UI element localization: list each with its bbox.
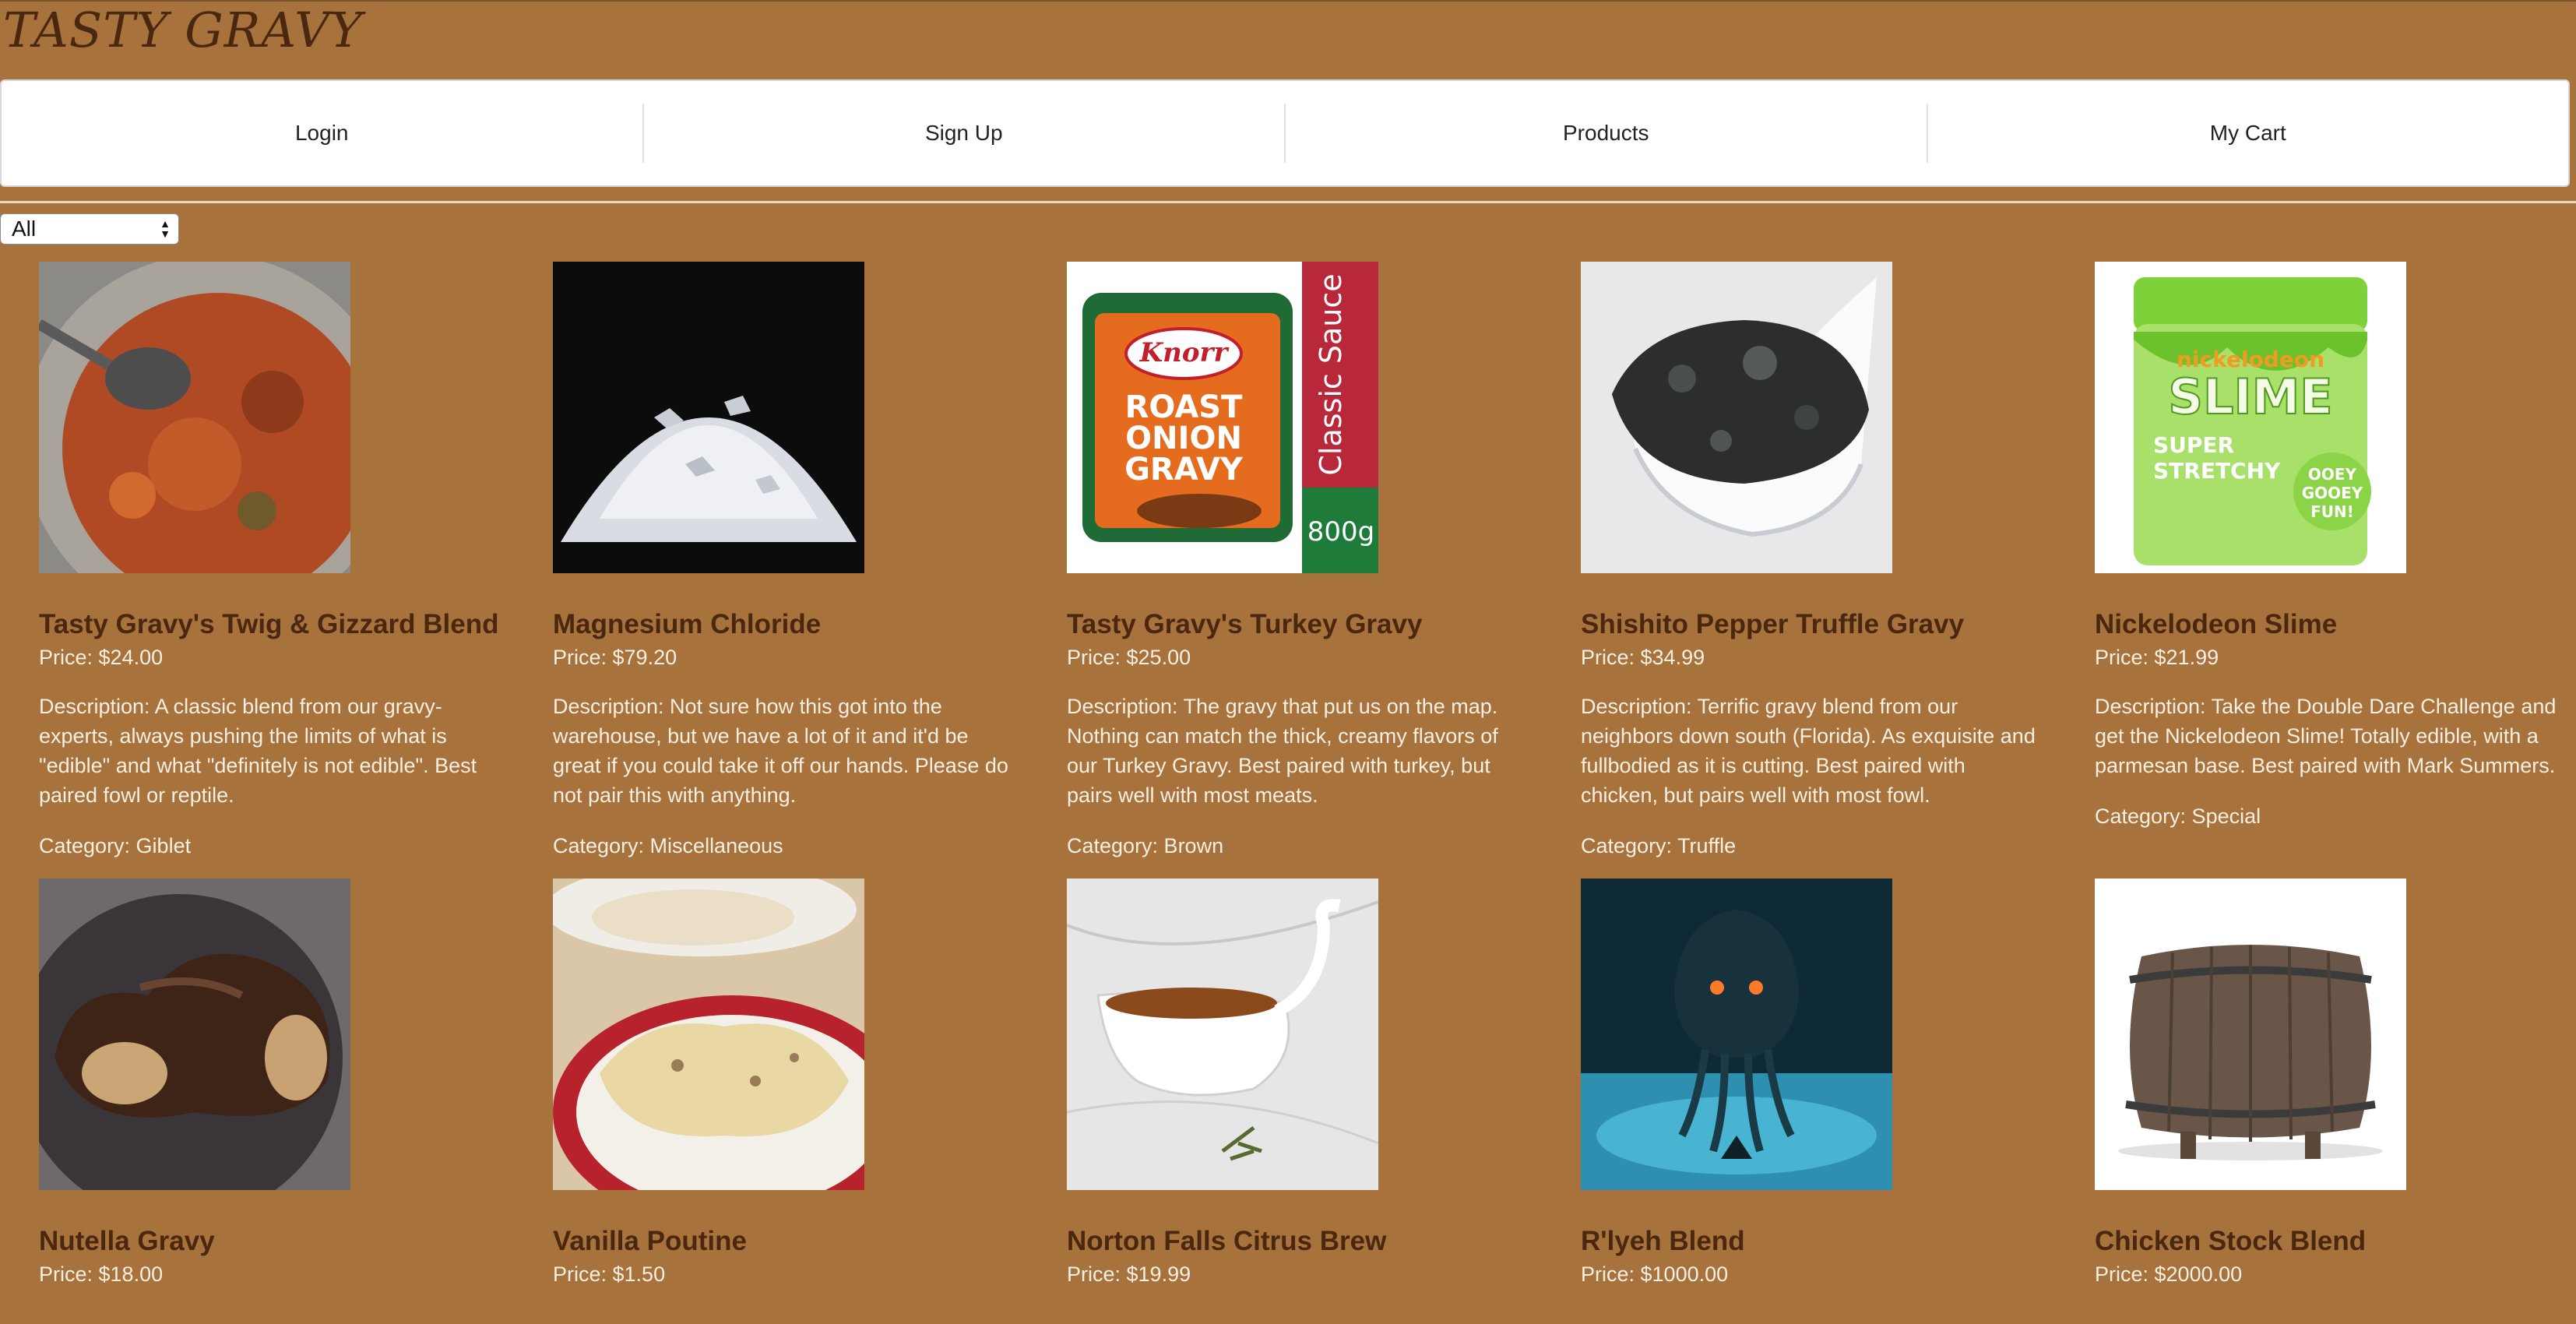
product-card: Nutella Gravy Price: $18.00 <box>39 879 537 1288</box>
product-image[interactable] <box>39 262 350 573</box>
select-arrows-icon: ▲ ▼ <box>160 217 171 240</box>
product-card: Tasty Gravy's Twig & Gizzard Blend Price… <box>39 262 537 860</box>
product-name[interactable]: Tasty Gravy's Twig & Gizzard Blend <box>39 607 537 642</box>
nav-sign-up[interactable]: Sign Up <box>642 104 1285 163</box>
product-category: Category: Giblet <box>39 834 192 857</box>
nav-login[interactable]: Login <box>2 104 642 163</box>
product-card: nickelodeon SLIME SUPER STRETCHY OOEY GO… <box>2095 262 2576 860</box>
product-description: Description: Take the Double Dare Challe… <box>2095 695 2557 777</box>
product-price: Price: $18.00 <box>39 1262 164 1286</box>
product-name[interactable]: Nutella Gravy <box>39 1224 537 1259</box>
product-name[interactable]: Shishito Pepper Truffle Gravy <box>1581 607 2079 642</box>
filter-selected-value: All <box>12 217 37 241</box>
product-image[interactable] <box>1067 879 1378 1190</box>
product-price: Price: $34.99 <box>1581 646 1705 669</box>
product-description: Description: Terrific gravy blend from o… <box>1581 695 2036 807</box>
product-description: Description: A classic blend from our gr… <box>39 695 477 807</box>
product-name[interactable]: R'lyeh Blend <box>1581 1224 2079 1259</box>
product-name[interactable]: Vanilla Poutine <box>553 1224 1051 1259</box>
product-category: Category: Brown <box>1067 834 1224 857</box>
product-name[interactable]: Tasty Gravy's Turkey Gravy <box>1067 607 1565 642</box>
slime-tag-text: SUPER <box>2153 432 2234 458</box>
product-image[interactable] <box>1581 879 1892 1190</box>
knorr-logo-text: Knorr <box>1139 337 1230 368</box>
product-card: R'lyeh Blend Price: $1000.00 <box>1581 879 2079 1288</box>
category-filter-select[interactable]: All ▲ ▼ <box>0 213 179 245</box>
product-card: Chicken Stock Blend Price: $2000.00 <box>2095 879 2576 1288</box>
slime-badge-text: GOOEY <box>2302 484 2363 502</box>
top-border <box>0 0 2576 2</box>
product-card: Magnesium Chloride Price: $79.20 Descrip… <box>553 262 1051 860</box>
product-description: Description: Not sure how this got into … <box>553 695 1008 807</box>
package-text: GRAVY <box>1124 452 1244 488</box>
package-weight-text: 800g <box>1307 516 1374 548</box>
product-image[interactable] <box>2095 879 2406 1190</box>
main-nav: Login Sign Up Products My Cart <box>0 79 2570 187</box>
product-image[interactable] <box>553 262 864 573</box>
product-price: Price: $19.99 <box>1067 1262 1191 1286</box>
slime-badge-text: FUN! <box>2310 502 2354 521</box>
product-card: Knorr ROAST ONION GRAVY Classic Sauce 80… <box>1067 262 1565 860</box>
product-category: Category: Special <box>2095 805 2261 828</box>
product-category: Category: Truffle <box>1581 834 1737 857</box>
product-price: Price: $1.50 <box>553 1262 666 1286</box>
slime-title-text: SLIME <box>2168 368 2332 425</box>
product-price: Price: $79.20 <box>553 646 677 669</box>
product-name[interactable]: Chicken Stock Blend <box>2095 1224 2576 1259</box>
slime-tag-text: STRETCHY <box>2153 458 2281 484</box>
product-description: Description: The gravy that put us on th… <box>1067 695 1498 807</box>
product-price: Price: $2000.00 <box>2095 1262 2243 1286</box>
product-price: Price: $25.00 <box>1067 646 1191 669</box>
product-price: Price: $24.00 <box>39 646 164 669</box>
slime-badge-text: OOEY <box>2308 465 2357 484</box>
divider <box>0 201 2576 203</box>
site-logo: TASTY GRAVY <box>3 2 363 58</box>
product-name[interactable]: Nickelodeon Slime <box>2095 607 2576 642</box>
product-image[interactable] <box>553 879 864 1190</box>
product-image[interactable]: Knorr ROAST ONION GRAVY Classic Sauce 80… <box>1067 262 1378 573</box>
package-side-text: Classic Sauce <box>1314 273 1348 475</box>
product-card: Vanilla Poutine Price: $1.50 <box>553 879 1051 1288</box>
product-name[interactable]: Norton Falls Citrus Brew <box>1067 1224 1565 1259</box>
product-image[interactable] <box>1581 262 1892 573</box>
product-card: Norton Falls Citrus Brew Price: $19.99 <box>1067 879 1565 1288</box>
nav-my-cart[interactable]: My Cart <box>1926 104 2569 163</box>
product-card: Shishito Pepper Truffle Gravy Price: $34… <box>1581 262 2079 860</box>
product-price: Price: $21.99 <box>2095 646 2219 669</box>
product-grid: Tasty Gravy's Twig & Gizzard Blend Price… <box>39 262 2576 1288</box>
product-price: Price: $1000.00 <box>1581 1262 1729 1286</box>
product-name[interactable]: Magnesium Chloride <box>553 607 1051 642</box>
nav-products[interactable]: Products <box>1284 104 1927 163</box>
product-category: Category: Miscellaneous <box>553 834 783 857</box>
product-image[interactable] <box>39 879 350 1190</box>
product-image[interactable]: nickelodeon SLIME SUPER STRETCHY OOEY GO… <box>2095 262 2406 573</box>
